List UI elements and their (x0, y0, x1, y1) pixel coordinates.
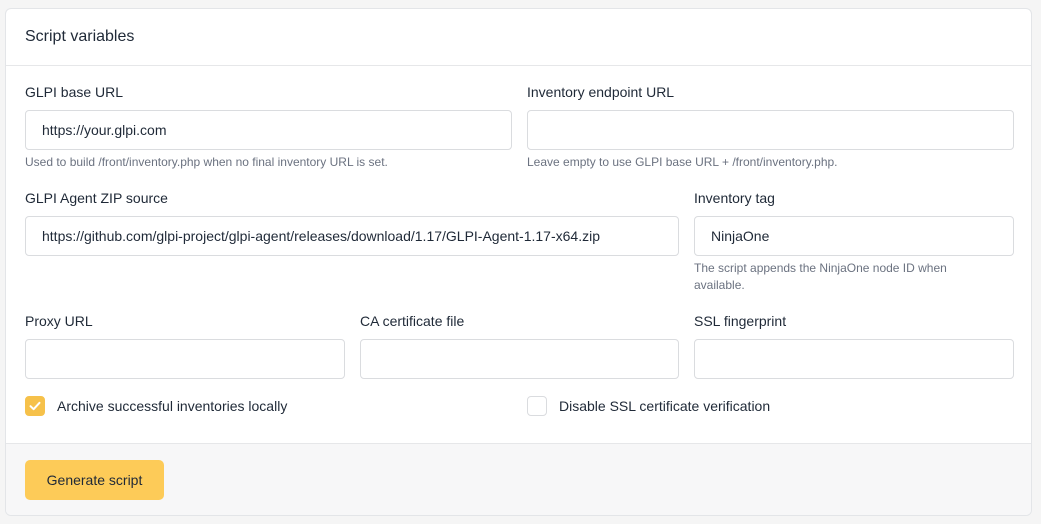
archive-inventories-option[interactable]: Archive successful inventories locally (25, 395, 287, 417)
ca-certificate-file-input[interactable] (360, 339, 679, 379)
disable-ssl-verification-option[interactable]: Disable SSL certificate verification (527, 395, 770, 417)
archive-inventories-label: Archive successful inventories locally (57, 398, 288, 414)
ssl-fingerprint-label: SSL fingerprint (694, 313, 787, 329)
archive-inventories-checkbox[interactable] (25, 396, 45, 416)
ssl-fingerprint-input[interactable] (694, 339, 1014, 379)
inventory-tag-input[interactable] (694, 216, 1014, 256)
card-footer: Generate script (6, 443, 1031, 515)
inventory-endpoint-url-label: Inventory endpoint URL (527, 84, 675, 100)
inventory-endpoint-url-input[interactable] (527, 110, 1014, 150)
check-icon (29, 401, 41, 411)
inventory-endpoint-url-help: Leave empty to use GLPI base URL + /fron… (527, 155, 838, 169)
proxy-url-label: Proxy URL (25, 313, 93, 329)
agent-zip-source-input[interactable] (25, 216, 679, 256)
glpi-base-url-input[interactable] (25, 110, 512, 150)
card-title: Script variables (25, 28, 135, 45)
glpi-base-url-help: Used to build /front/inventory.php when … (25, 155, 388, 169)
disable-ssl-verification-checkbox[interactable] (527, 396, 547, 416)
generate-script-button[interactable]: Generate script (25, 460, 164, 500)
agent-zip-source-label: GLPI Agent ZIP source (25, 190, 168, 206)
proxy-url-input[interactable] (25, 339, 345, 379)
card-header: Script variables (6, 9, 1031, 66)
ca-certificate-file-label: CA certificate file (360, 313, 465, 329)
glpi-base-url-label: GLPI base URL (25, 84, 124, 100)
disable-ssl-verification-label: Disable SSL certificate verification (559, 398, 771, 414)
script-variables-card: Script variables GLPI base URL Used to b… (5, 8, 1032, 516)
inventory-tag-label: Inventory tag (694, 190, 775, 206)
inventory-tag-help: The script appends the NinjaOne node ID … (694, 261, 947, 292)
